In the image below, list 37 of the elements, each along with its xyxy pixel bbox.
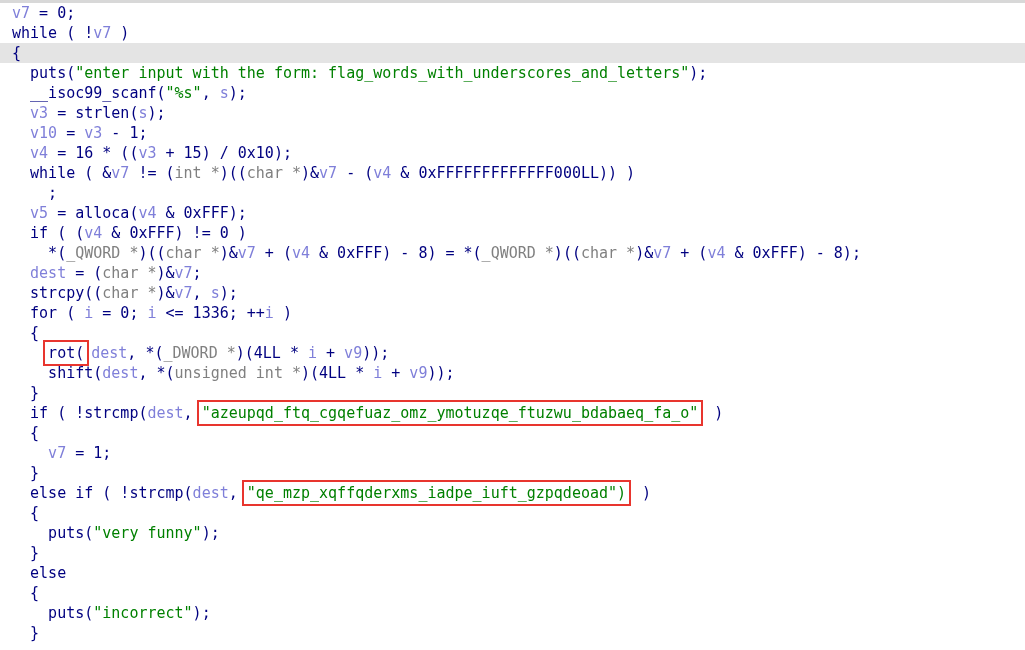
code-text: } (30, 463, 40, 483)
code-text: { (30, 323, 40, 343)
code-text: while ( &v7 != (int *)((char *)&v7 - (v4 & 0xFFFFFFFFFFFFF000LL)) ) (30, 163, 636, 183)
code-text: v3 = strlen(s); (30, 103, 166, 123)
code-text: for ( i = 0; i <= 1336; ++i ) (30, 303, 292, 323)
code-text: { (30, 503, 40, 523)
code-text: *(_QWORD *)((char *)&v7 + (v4 & 0xFFF) - 8) = *(_QWORD *)((char *)&v7 + (v4 & 0xFFF) - 8); (48, 243, 861, 263)
code-text: if ( (v4 & 0xFFF) != 0 ) (30, 223, 247, 243)
code-text: dest, *(_DWORD *)(4LL * i + v9)); (91, 343, 390, 363)
code-text: dest = (char *)&v7; (30, 263, 202, 283)
code-text: v7 = 1; (48, 443, 112, 463)
code-text: else (30, 563, 67, 583)
annotation-box: "qe_mzp_xqffqderxms_iadpe_iuft_gzpqdeoad") (241, 480, 632, 506)
code-text: } (30, 383, 40, 403)
code-text: ) (713, 403, 724, 423)
code-text: v7 = 0; (12, 3, 76, 23)
code-text: ; (48, 183, 58, 203)
code-text: { (30, 423, 40, 443)
annotation-box: rot( (43, 340, 90, 366)
code-text: __isoc99_scanf("%s", s); (30, 83, 247, 103)
code-text: shift(dest, *(unsigned int *)(4LL * i + v9)); (48, 363, 455, 383)
code-text: } (30, 623, 40, 643)
code-text: v5 = alloca(v4 & 0xFFF); (30, 203, 247, 223)
code-text: puts("very funny"); (48, 523, 220, 543)
code-text: strcpy((char *)&v7, s); (30, 283, 238, 303)
annotation-box: "azeupqd_ftq_cgqefuaz_omz_ymotuzqe_ftuzwu_bdabaeq_fa_o" (196, 400, 704, 426)
code-text: } (30, 543, 40, 563)
code-text: ) (641, 483, 652, 503)
code-text: v10 = v3 - 1; (30, 123, 148, 143)
code-text: puts("enter input with the form: flag_words_with_underscores_and_letters"); (30, 63, 708, 83)
code-text: if ( !strcmp(dest, (30, 403, 194, 423)
code-text: { (30, 583, 40, 603)
code-text: else if ( !strcmp(dest, (30, 483, 239, 503)
code-text: while ( !v7 ) (12, 23, 130, 43)
code-text: { (12, 43, 22, 63)
code-text: v4 = 16 * ((v3 + 15) / 0x10); (30, 143, 292, 163)
code-text: puts("incorrect"); (48, 603, 211, 623)
